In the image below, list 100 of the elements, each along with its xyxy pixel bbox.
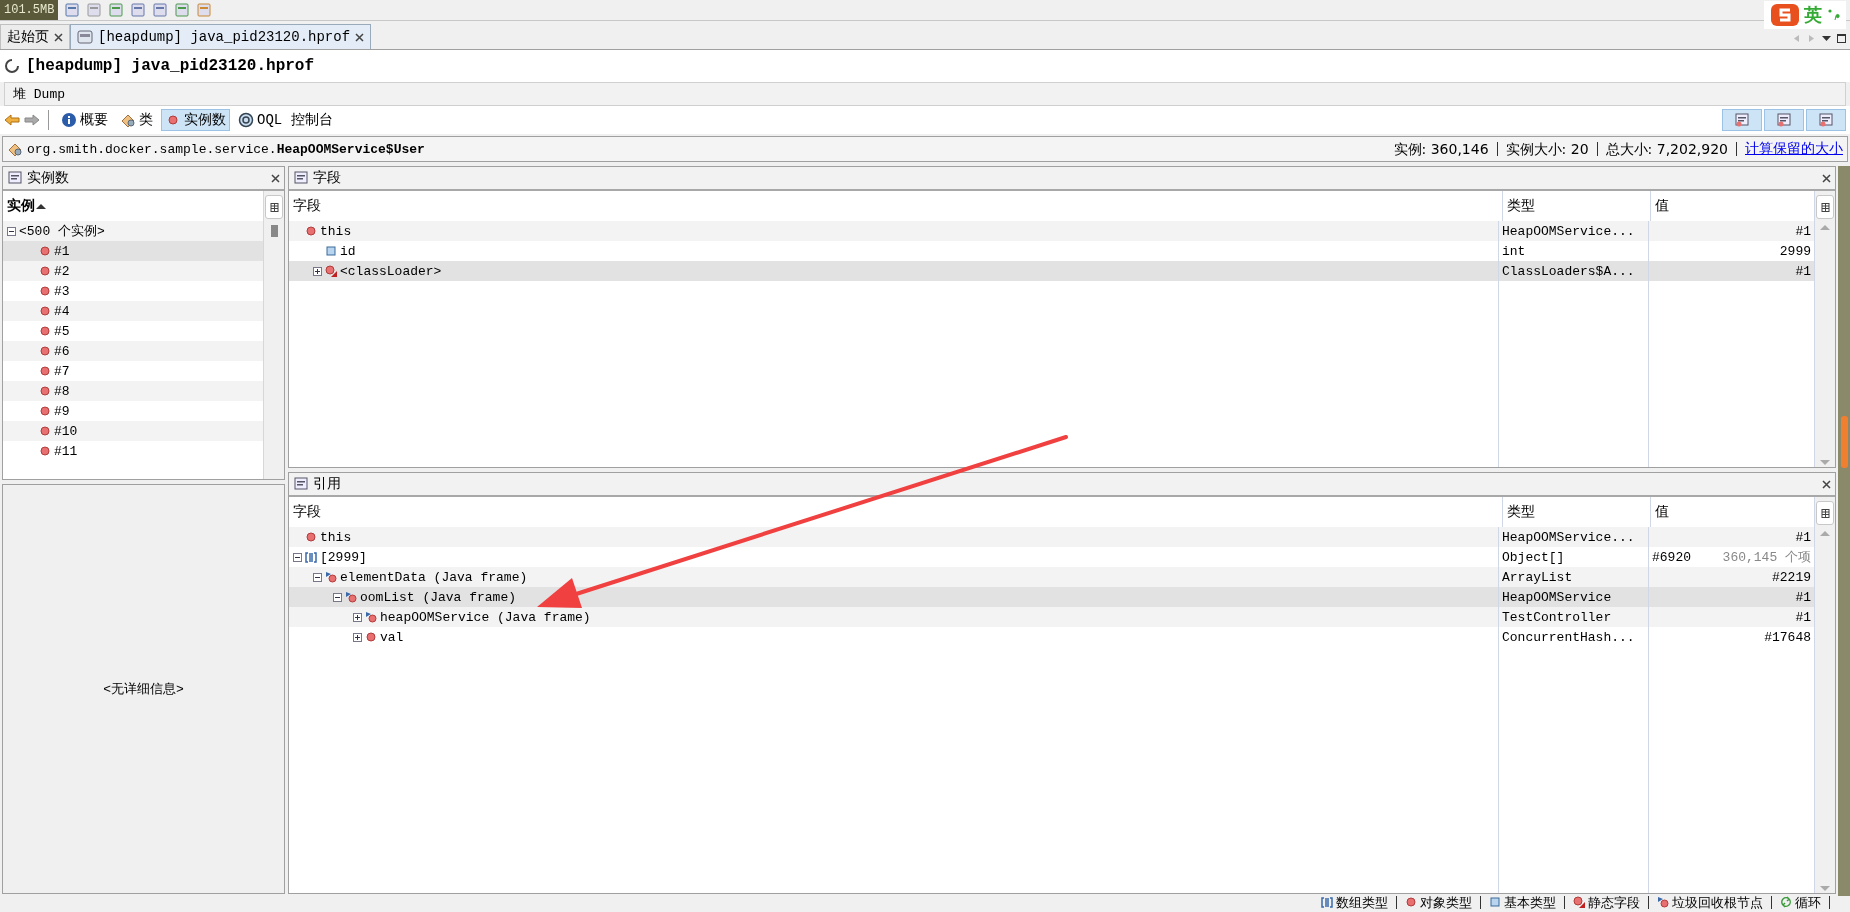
s-logo-icon [1770, 3, 1800, 27]
references-icon [293, 476, 309, 492]
tree-row[interactable]: <classLoader> ClassLoaders$A... #1 [289, 261, 1814, 281]
close-icon[interactable] [54, 32, 63, 42]
column-header[interactable]: 字段 [289, 497, 1502, 527]
tree-row[interactable]: #8 [3, 381, 263, 401]
toolbar-icon[interactable] [130, 2, 147, 18]
scroll-up-icon[interactable] [1819, 529, 1831, 537]
node-label: val [380, 629, 404, 645]
node-label: <500 个实例> [19, 223, 105, 240]
class-name: org.smith.docker.sample.service.HeapOOMService$User [27, 141, 425, 157]
toolbar-icon[interactable] [108, 2, 125, 18]
tree-row[interactable]: #6 [3, 341, 263, 361]
object-dot-icon [39, 305, 51, 317]
value-text: #1 [1795, 589, 1811, 605]
node-label: #6 [54, 343, 70, 359]
dropdown-icon[interactable] [1822, 34, 1831, 43]
window-title: [heapdump] java_pid23120.hprof [26, 57, 315, 75]
scroll-down-icon[interactable] [1819, 459, 1831, 467]
document-icon [77, 29, 93, 45]
grid-icon [1820, 508, 1830, 518]
maximize-icon[interactable] [1837, 34, 1846, 43]
square-icon [325, 245, 337, 257]
close-icon[interactable] [1822, 173, 1831, 183]
object-dot-icon [1405, 896, 1417, 908]
type-text: ClassLoaders$A... [1502, 263, 1635, 279]
toolbar-icon[interactable] [86, 2, 103, 18]
toolbar-button[interactable] [1806, 109, 1846, 131]
toolbar-button[interactable] [1722, 109, 1762, 131]
close-icon[interactable] [1822, 479, 1831, 489]
scrollbar-thumb[interactable] [1841, 416, 1848, 468]
shapes-icon [7, 141, 23, 157]
compute-retained-size-link[interactable]: 计算保留的大小 [1737, 140, 1843, 158]
value-text: 2999 [1779, 243, 1811, 259]
column-header[interactable]: 字段 [289, 191, 1502, 221]
tree-row[interactable]: this HeapOOMService... #1 [289, 527, 1814, 547]
scroll-down-icon[interactable] [1819, 885, 1831, 893]
legend-label: 垃圾回收根节点 [1672, 895, 1763, 909]
shapes-icon [120, 112, 136, 128]
tree-row[interactable]: #2 [3, 261, 263, 281]
close-icon[interactable] [271, 173, 280, 183]
column-header[interactable]: 实例 [3, 191, 263, 221]
expand-icon[interactable] [353, 612, 362, 622]
toolbar-icon[interactable] [174, 2, 191, 18]
tree-row[interactable]: heapOOMService (Java frame) TestController #1 [289, 607, 1814, 627]
value-text: #1 [1795, 609, 1811, 625]
value-text: #17648 [1764, 629, 1811, 645]
editor-tab[interactable]: [heapdump] java_pid23120.hprof [70, 24, 372, 49]
scroll-up-icon[interactable] [1819, 223, 1831, 231]
column-chooser-button[interactable] [265, 195, 283, 219]
node-label: heapOOMService (Java frame) [380, 609, 591, 625]
collapse-icon[interactable] [333, 592, 342, 602]
tree-row[interactable]: <500 个实例> [3, 221, 263, 241]
view-tab[interactable]: OQL 控制台 [234, 109, 337, 131]
type-text: HeapOOMService... [1502, 529, 1635, 545]
tree-up-icon [1818, 112, 1834, 128]
flagged-dot-icon [1657, 896, 1669, 908]
grid-icon [269, 202, 279, 212]
legend-label: 循环 [1795, 895, 1821, 909]
tree-row[interactable]: oomList (Java frame) HeapOOMService #1 [289, 587, 1814, 607]
node-label: #9 [54, 403, 70, 419]
collapse-icon[interactable] [293, 552, 302, 562]
column-chooser-button[interactable] [1816, 195, 1834, 219]
node-label: <classLoader> [340, 263, 442, 279]
node-label: this [320, 223, 352, 239]
collapse-icon[interactable] [7, 226, 16, 236]
view-tab[interactable]: 类 [116, 109, 157, 131]
close-icon[interactable] [355, 32, 365, 42]
collapse-icon[interactable] [313, 572, 322, 582]
view-tab[interactable]: 概要 [57, 109, 112, 131]
square-icon [1489, 896, 1501, 908]
node-label: id [340, 243, 356, 259]
tree-row[interactable]: elementData (Java frame) ArrayList #2219 [289, 567, 1814, 587]
expand-icon[interactable] [313, 266, 322, 276]
back-arrow-icon[interactable] [4, 112, 20, 128]
legend-label: 基本类型 [1504, 895, 1556, 909]
node-label: this [320, 529, 352, 545]
tree-row[interactable]: #4 [3, 301, 263, 321]
tree-row[interactable]: #1 [3, 241, 263, 261]
type-text: ArrayList [1502, 569, 1573, 585]
toolbar-icon[interactable] [152, 2, 169, 18]
node-label: #5 [54, 323, 70, 339]
view-tab[interactable]: 实例数 [161, 109, 230, 131]
section-label: 堆 Dump [13, 86, 65, 103]
toolbar-icon[interactable] [64, 2, 81, 18]
expand-icon[interactable] [353, 632, 362, 642]
node-label: elementData (Java frame) [340, 569, 528, 585]
forward-arrow-icon[interactable] [24, 112, 40, 128]
editor-tab[interactable]: 起始页 [0, 24, 70, 49]
toolbar-button[interactable] [1764, 109, 1804, 131]
type-text: HeapOOMService... [1502, 223, 1635, 239]
statistic: 实例: 360,146 [1385, 142, 1498, 156]
value-text: #6920 [1652, 549, 1691, 565]
object-dot-icon [39, 445, 51, 457]
column-chooser-button[interactable] [1816, 501, 1834, 525]
tree-row[interactable]: this HeapOOMService... #1 [289, 221, 1814, 241]
scrollbar-thumb[interactable] [270, 225, 278, 237]
toolbar-icon[interactable] [196, 2, 213, 18]
array-icon [305, 551, 317, 563]
tree-row[interactable]: #10 [3, 421, 263, 441]
